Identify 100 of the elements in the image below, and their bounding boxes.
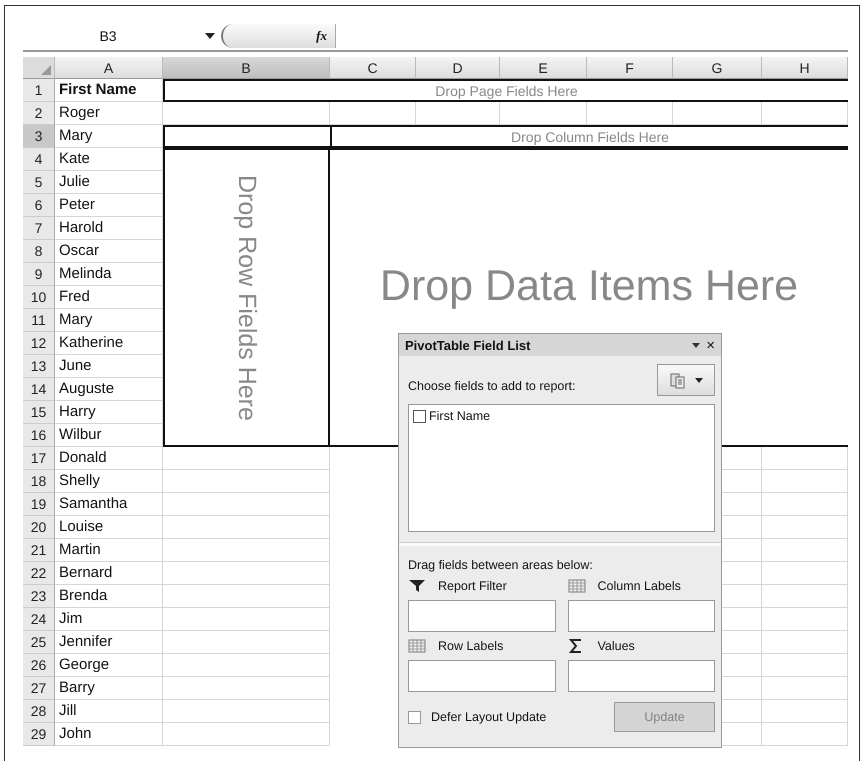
empty-cell[interactable] [762,654,848,677]
row-header[interactable]: 9 [23,263,55,286]
empty-cell[interactable] [762,585,848,608]
table-cell: Jennifer [55,631,163,654]
row-header[interactable]: 11 [23,309,55,332]
row-header[interactable]: 24 [23,608,55,631]
copy-icon [669,371,687,389]
defer-label[interactable]: Defer Layout Update [431,710,546,724]
empty-cell[interactable] [163,539,330,562]
empty-cell[interactable] [762,700,848,723]
page-fields-drop-area[interactable]: Drop Page Fields Here [163,79,848,102]
column-header[interactable]: D [416,57,500,79]
table-icon [408,639,426,653]
column-header[interactable]: A [55,57,163,79]
name-box[interactable]: B3 [23,28,163,44]
area-label: Values [598,639,635,653]
row-header[interactable]: 25 [23,631,55,654]
column-header[interactable]: G [673,57,762,79]
row-header[interactable]: 7 [23,217,55,240]
empty-cell[interactable] [762,516,848,539]
field-label[interactable]: First Name [429,409,490,423]
table-cell: Brenda [55,585,163,608]
row-header[interactable]: 28 [23,700,55,723]
empty-cell[interactable] [762,677,848,700]
area-drop-box[interactable] [408,660,556,692]
empty-cell[interactable] [762,470,848,493]
column-header[interactable]: F [587,57,673,79]
area-drop-box[interactable] [568,660,715,692]
row-header[interactable]: 1 [23,79,55,102]
area-label: Row Labels [438,639,504,653]
table-cell: Roger [55,102,163,125]
row-header[interactable]: 8 [23,240,55,263]
row-header[interactable]: 27 [23,677,55,700]
row-header[interactable]: 5 [23,171,55,194]
table-icon [568,579,586,593]
corner-header[interactable] [23,57,55,79]
row-header[interactable]: 17 [23,447,55,470]
empty-cell[interactable] [762,608,848,631]
row-header[interactable]: 29 [23,723,55,746]
row-header[interactable]: 4 [23,148,55,171]
drop-hint: Drop Data Items Here [380,262,798,311]
column-header[interactable]: E [500,57,587,79]
column-fields-drop-area[interactable]: Drop Column Fields Here [330,125,848,148]
table-cell: George [55,654,163,677]
column-header[interactable]: H [762,57,848,79]
empty-cell[interactable] [762,539,848,562]
area-drop-box[interactable] [408,600,556,632]
empty-cell[interactable] [163,585,330,608]
row-header[interactable]: 19 [23,493,55,516]
checkbox[interactable] [413,410,426,422]
row-header[interactable]: 6 [23,194,55,217]
empty-cell[interactable] [163,700,330,723]
row-header[interactable]: 16 [23,424,55,447]
empty-cell[interactable] [163,470,330,493]
formula-button-bar[interactable]: fx [221,24,336,48]
drop-hint: Drop Page Fields Here [435,82,578,98]
area-drop-box[interactable] [568,600,715,632]
empty-cell[interactable] [163,654,330,677]
row-header[interactable]: 26 [23,654,55,677]
layout-button[interactable] [657,364,715,396]
empty-cell[interactable] [762,562,848,585]
row-header[interactable]: 18 [23,470,55,493]
empty-cell[interactable] [163,516,330,539]
empty-cell[interactable] [163,608,330,631]
row-header[interactable]: 23 [23,585,55,608]
row-header[interactable]: 13 [23,355,55,378]
close-button[interactable]: × [706,336,715,354]
empty-cell[interactable] [163,723,330,746]
row-header[interactable]: 14 [23,378,55,401]
select-all-icon[interactable] [41,65,51,75]
row-header[interactable]: 15 [23,401,55,424]
row-header[interactable]: 10 [23,286,55,309]
table-cell: Jill [55,700,163,723]
row-fields-drop-area[interactable]: Drop Row Fields Here [163,148,330,447]
caret-icon[interactable] [692,342,700,348]
table-cell: Martin [55,539,163,562]
empty-cell[interactable] [163,493,330,516]
row-header[interactable]: 21 [23,539,55,562]
drop-hint: Drop Column Fields Here [511,128,669,144]
caret-icon[interactable] [205,33,215,39]
empty-cell[interactable] [163,677,330,700]
empty-cell[interactable] [163,562,330,585]
table-cell: Samantha [55,493,163,516]
row-header[interactable]: 3 [23,125,55,148]
row-header[interactable]: 20 [23,516,55,539]
column-header[interactable]: C [330,57,416,79]
filter-icon [408,579,426,593]
column-header[interactable]: B [163,57,330,79]
row-header[interactable]: 22 [23,562,55,585]
empty-cell[interactable] [762,723,848,746]
table-cell: Jim [55,608,163,631]
empty-cell[interactable] [762,631,848,654]
empty-cell[interactable] [762,493,848,516]
checkbox[interactable] [408,710,421,724]
table-cell: Shelly [55,470,163,493]
empty-cell[interactable] [163,631,330,654]
row-header[interactable]: 2 [23,102,55,125]
table-cell: Louise [55,516,163,539]
drop-hint: Drop Row Fields Here [232,174,261,420]
row-header[interactable]: 12 [23,332,55,355]
